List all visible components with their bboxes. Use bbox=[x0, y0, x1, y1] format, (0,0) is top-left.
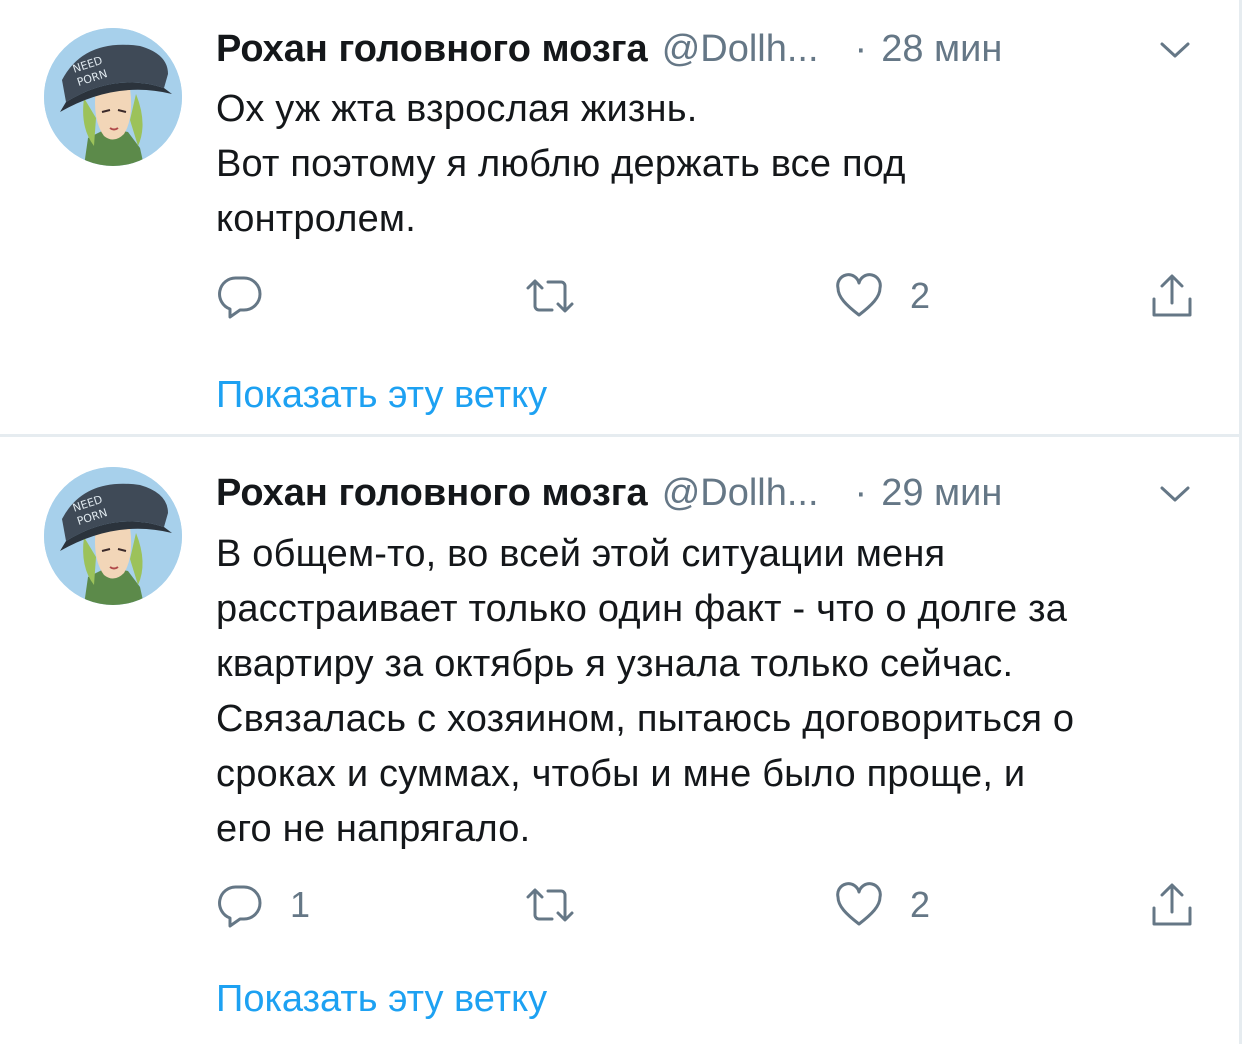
tweet-text-line: Вот поэтому я люблю держать все под bbox=[216, 143, 906, 185]
like-button[interactable]: 2 bbox=[834, 875, 930, 935]
avatar-image: NEED PORN bbox=[44, 467, 182, 605]
avatar[interactable]: NEED PORN bbox=[44, 28, 182, 166]
retweet-icon bbox=[526, 279, 574, 313]
tweet-text-line: его не напрягало. bbox=[216, 808, 531, 850]
tweet-text-line: квартиру за октябрь я узнала только сейч… bbox=[216, 643, 1014, 685]
like-button[interactable]: 2 bbox=[834, 266, 930, 326]
retweet-button[interactable] bbox=[522, 875, 604, 935]
tweet[interactable]: NEED PORN Рохан головного мозга @Dollh..… bbox=[0, 0, 1242, 434]
reply-icon bbox=[218, 276, 262, 319]
timestamp[interactable]: 29 мин bbox=[881, 472, 1002, 515]
share-button[interactable] bbox=[1148, 875, 1196, 935]
share-icon bbox=[1152, 274, 1192, 317]
author-name[interactable]: Рохан головного мозга bbox=[216, 28, 648, 71]
separator-dot: · bbox=[854, 471, 868, 514]
author-name[interactable]: Рохан головного мозга bbox=[216, 472, 648, 515]
tweet-text-line: Связалась с хозяином, пытаюсь договорить… bbox=[216, 698, 1075, 740]
chevron-down-icon[interactable] bbox=[1158, 482, 1192, 506]
reply-button[interactable]: 1 bbox=[216, 875, 310, 935]
avatar-image: NEED PORN bbox=[44, 28, 182, 166]
chevron-down-icon[interactable] bbox=[1158, 38, 1192, 62]
tweet-text-line: расстраивает только один факт - что о до… bbox=[216, 588, 1068, 630]
like-count: 2 bbox=[910, 884, 931, 925]
reply-count: 1 bbox=[290, 884, 311, 925]
tweet-text-line: Ох уж жта взрослая жизнь. bbox=[216, 88, 698, 130]
tweet-text-line: контролем. bbox=[216, 198, 416, 240]
reply-button[interactable] bbox=[216, 266, 290, 326]
tweet-actions: 2 bbox=[216, 266, 1206, 326]
tweet-text: В общем-то, во всей этой ситуации меня р… bbox=[216, 527, 1206, 857]
avatar[interactable]: NEED PORN bbox=[44, 467, 182, 605]
tweet-header: Рохан головного мозга @Dollh... · 29 мин bbox=[216, 468, 1002, 518]
tweet[interactable]: NEED PORN Рохан головного мозга @Dollh..… bbox=[0, 437, 1242, 1044]
heart-icon bbox=[836, 882, 882, 926]
share-button[interactable] bbox=[1148, 266, 1196, 326]
retweet-icon bbox=[526, 888, 574, 922]
timestamp[interactable]: 28 мин bbox=[881, 28, 1002, 71]
tweet-header: Рохан головного мозга @Dollh... · 28 мин bbox=[216, 24, 1002, 74]
retweet-button[interactable] bbox=[522, 266, 604, 326]
show-thread-link[interactable]: Показать эту ветку bbox=[216, 978, 547, 1021]
like-count: 2 bbox=[910, 275, 931, 316]
share-icon bbox=[1152, 883, 1192, 926]
author-handle[interactable]: @Dollh... bbox=[662, 28, 819, 71]
heart-icon bbox=[836, 273, 882, 317]
tweet-text-line: сроках и суммах, чтобы и мне было проще,… bbox=[216, 753, 1026, 795]
tweet-actions: 1 2 bbox=[216, 875, 1206, 935]
separator-dot: · bbox=[854, 27, 868, 70]
reply-icon bbox=[218, 885, 262, 928]
author-handle[interactable]: @Dollh... bbox=[662, 472, 819, 515]
show-thread-link[interactable]: Показать эту ветку bbox=[216, 374, 547, 417]
tweet-text: Ох уж жта взрослая жизнь. Вот поэтому я … bbox=[216, 82, 1206, 247]
tweet-text-line: В общем-то, во всей этой ситуации меня bbox=[216, 533, 946, 575]
